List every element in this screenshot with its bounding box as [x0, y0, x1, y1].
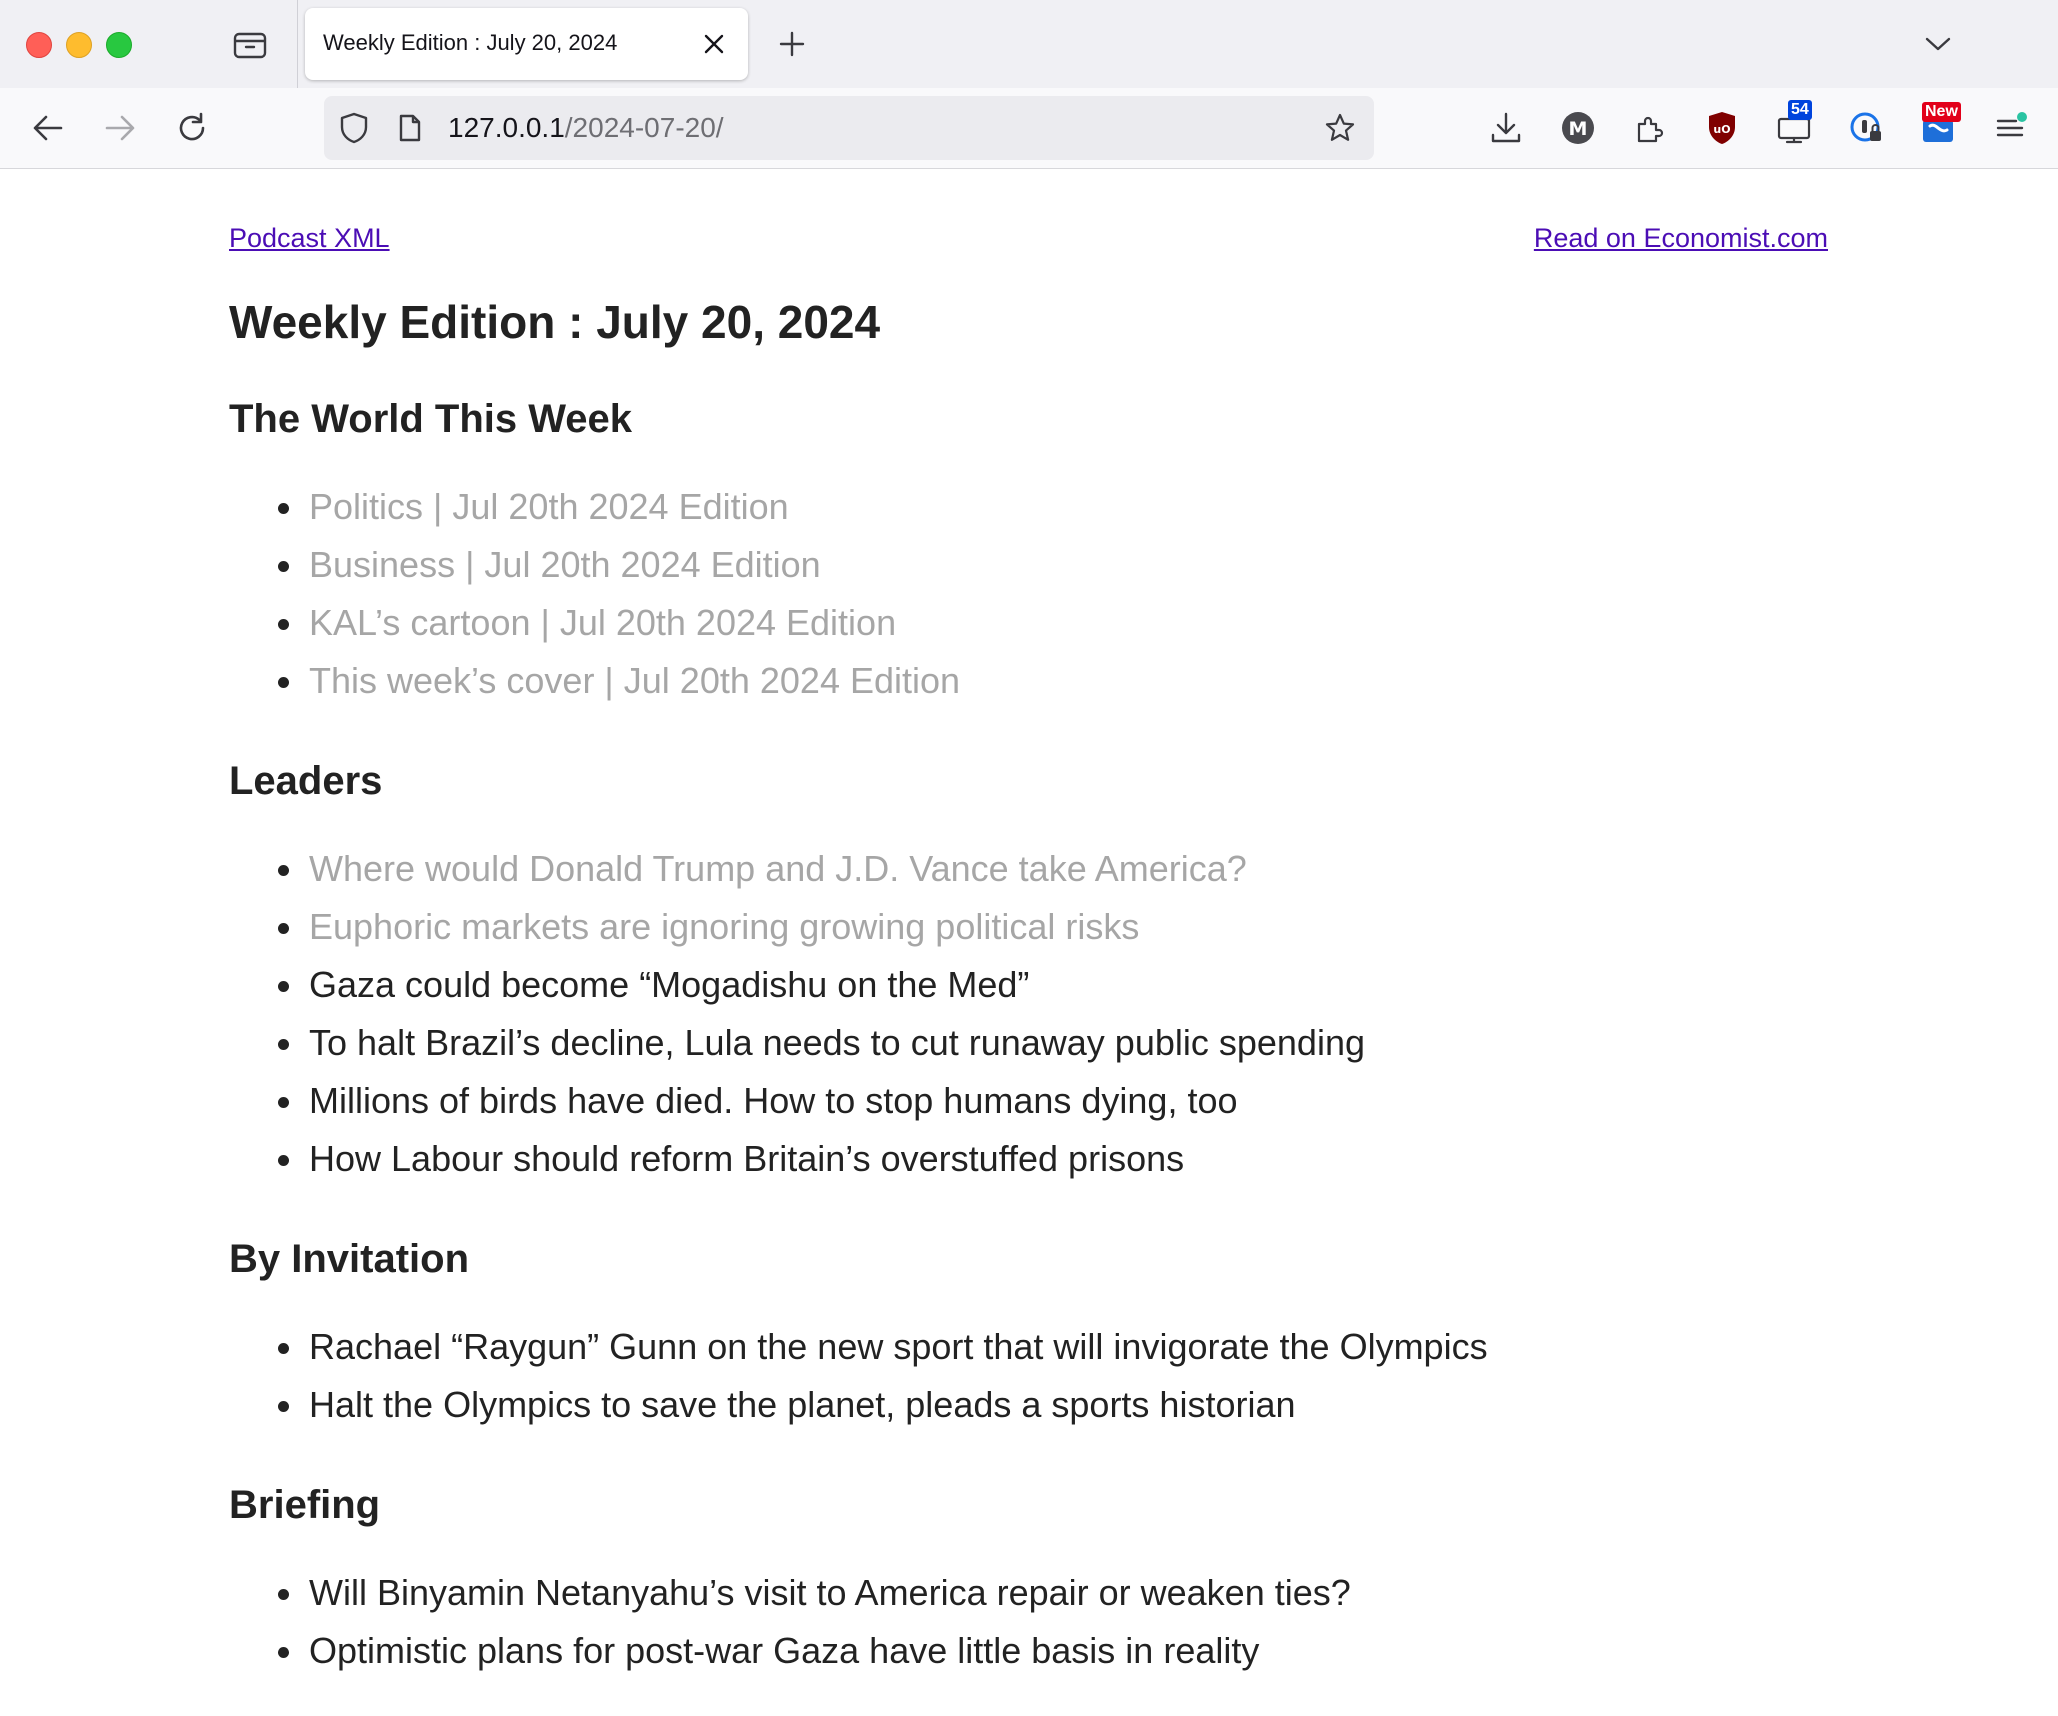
section-by-invitation: By Invitation Rachael “Raygun” Gunn on t…	[229, 1235, 1829, 1434]
bullet	[278, 1401, 289, 1412]
forward-arrow-icon[interactable]	[98, 106, 142, 150]
url-host: 127.0.0.1	[448, 112, 565, 143]
screen-monitor-icon[interactable]: 54	[1772, 100, 1816, 150]
article-link[interactable]: Will Binyamin Netanyahu’s visit to Ameri…	[229, 1564, 1829, 1622]
bullet	[278, 1155, 289, 1166]
bullet	[278, 1039, 289, 1050]
section-heading: Leaders	[229, 759, 383, 803]
article-link[interactable]: How Labour should reform Britain’s overs…	[229, 1130, 1829, 1188]
svg-text:uO: uO	[1713, 123, 1730, 136]
bullet	[278, 923, 289, 934]
ublock-shield-icon[interactable]: uO	[1700, 106, 1744, 150]
bullet	[278, 677, 289, 688]
section-heading: The World This Week	[229, 397, 633, 441]
back-arrow-icon[interactable]	[26, 106, 70, 150]
article-list: Rachael “Raygun” Gunn on the new sport t…	[229, 1318, 1829, 1434]
article-link[interactable]: Optimistic plans for post-war Gaza have …	[229, 1622, 1829, 1680]
tracking-protection-shield-icon[interactable]	[338, 112, 370, 144]
article-list: Politics | Jul 20th 2024 Edition Busines…	[229, 478, 1829, 710]
bullet	[278, 1097, 289, 1108]
tab-overview-icon[interactable]	[232, 28, 268, 60]
article-link[interactable]: Where would Donald Trump and J.D. Vance …	[229, 840, 1829, 898]
article-link[interactable]: Rachael “Raygun” Gunn on the new sport t…	[229, 1318, 1829, 1376]
bullet	[278, 1589, 289, 1600]
article-title: Will Binyamin Netanyahu’s visit to Ameri…	[309, 1572, 1351, 1613]
article-link[interactable]: Politics | Jul 20th 2024 Edition	[229, 478, 1829, 536]
navigation-toolbar: 127.0.0.1/2024-07-20/ M uO 54 New	[0, 88, 2058, 169]
page-title: Weekly Edition : July 20, 2024	[229, 296, 881, 348]
section-leaders: Leaders Where would Donald Trump and J.D…	[229, 757, 1829, 1188]
section-the-world-this-week: The World This Week Politics | Jul 20th …	[229, 395, 1829, 710]
bullet	[278, 865, 289, 876]
window-minimize-button[interactable]	[66, 32, 92, 58]
section-heading: Briefing	[229, 1483, 381, 1527]
svg-text:M: M	[1569, 118, 1588, 140]
article-list: Where would Donald Trump and J.D. Vance …	[229, 840, 1829, 1188]
tab-title: Weekly Edition : July 20, 2024	[323, 30, 618, 55]
bullet	[278, 503, 289, 514]
article-title: Politics | Jul 20th 2024 Edition	[309, 486, 789, 527]
article-list: Will Binyamin Netanyahu’s visit to Ameri…	[229, 1564, 1829, 1680]
article-title: Gaza could become “Mogadishu on the Med”	[309, 964, 1030, 1005]
article-link[interactable]: Halt the Olympics to save the planet, pl…	[229, 1376, 1829, 1434]
read-on-economist-link[interactable]: Read on Economist.com	[1534, 223, 1828, 254]
podcast-xml-link[interactable]: Podcast XML	[229, 223, 390, 254]
page-content: Podcast XML Read on Economist.com Weekly…	[0, 169, 2058, 1716]
article-link[interactable]: Gaza could become “Mogadishu on the Med”	[229, 956, 1829, 1014]
news-extension-icon[interactable]: New	[1916, 102, 1961, 150]
url-bar[interactable]: 127.0.0.1/2024-07-20/	[324, 96, 1374, 160]
page-info-icon[interactable]	[396, 112, 424, 144]
bullet	[278, 981, 289, 992]
reload-icon[interactable]	[170, 106, 214, 150]
article-title: Rachael “Raygun” Gunn on the new sport t…	[309, 1326, 1488, 1367]
new-tab-icon[interactable]	[774, 26, 810, 62]
article-link[interactable]: This week’s cover | Jul 20th 2024 Editio…	[229, 652, 1829, 710]
article-title: Euphoric markets are ignoring growing po…	[309, 906, 1140, 947]
tab-separator	[297, 0, 298, 88]
article-title: To halt Brazil’s decline, Lula needs to …	[309, 1022, 1365, 1063]
article-title: Millions of birds have died. How to stop…	[309, 1080, 1238, 1121]
list-all-tabs-chevron-down-icon[interactable]	[1920, 26, 1956, 62]
article-link[interactable]: KAL’s cartoon | Jul 20th 2024 Edition	[229, 594, 1829, 652]
account-m-icon[interactable]: M	[1556, 106, 1600, 150]
active-tab[interactable]: Weekly Edition : July 20, 2024	[305, 8, 748, 80]
url-path: /2024-07-20/	[564, 112, 724, 143]
article-link[interactable]: Euphoric markets are ignoring growing po…	[229, 898, 1829, 956]
article-link[interactable]: Millions of birds have died. How to stop…	[229, 1072, 1829, 1130]
app-menu-hamburger-icon[interactable]	[1988, 106, 2032, 150]
downloads-icon[interactable]	[1484, 106, 1528, 150]
article-link[interactable]: Business | Jul 20th 2024 Edition	[229, 536, 1829, 594]
bullet	[278, 1647, 289, 1658]
article-title: Optimistic plans for post-war Gaza have …	[309, 1630, 1260, 1671]
article-title: This week’s cover | Jul 20th 2024 Editio…	[309, 660, 961, 701]
extensions-puzzle-icon[interactable]	[1628, 106, 1672, 150]
article-link[interactable]: To halt Brazil’s decline, Lula needs to …	[229, 1014, 1829, 1072]
article-title: Business | Jul 20th 2024 Edition	[309, 544, 821, 585]
password-lock-icon[interactable]	[1844, 106, 1888, 150]
news-badge: New	[1922, 102, 1961, 122]
bullet	[278, 619, 289, 630]
window-close-button[interactable]	[26, 32, 52, 58]
section-heading: By Invitation	[229, 1237, 470, 1281]
bullet	[278, 561, 289, 572]
window-zoom-button[interactable]	[106, 32, 132, 58]
url-text[interactable]: 127.0.0.1/2024-07-20/	[448, 112, 724, 144]
article-title: Where would Donald Trump and J.D. Vance …	[309, 848, 1247, 889]
screen-badge: 54	[1788, 100, 1812, 120]
tab-close-icon[interactable]	[700, 30, 728, 58]
article-title: Halt the Olympics to save the planet, pl…	[309, 1384, 1296, 1425]
bullet	[278, 1343, 289, 1354]
tab-strip: Weekly Edition : July 20, 2024	[0, 0, 2058, 88]
article-title: How Labour should reform Britain’s overs…	[309, 1138, 1185, 1179]
article-title: KAL’s cartoon | Jul 20th 2024 Edition	[309, 602, 897, 643]
section-briefing: Briefing Will Binyamin Netanyahu’s visit…	[229, 1481, 1829, 1680]
bookmark-star-icon[interactable]	[1322, 110, 1358, 146]
